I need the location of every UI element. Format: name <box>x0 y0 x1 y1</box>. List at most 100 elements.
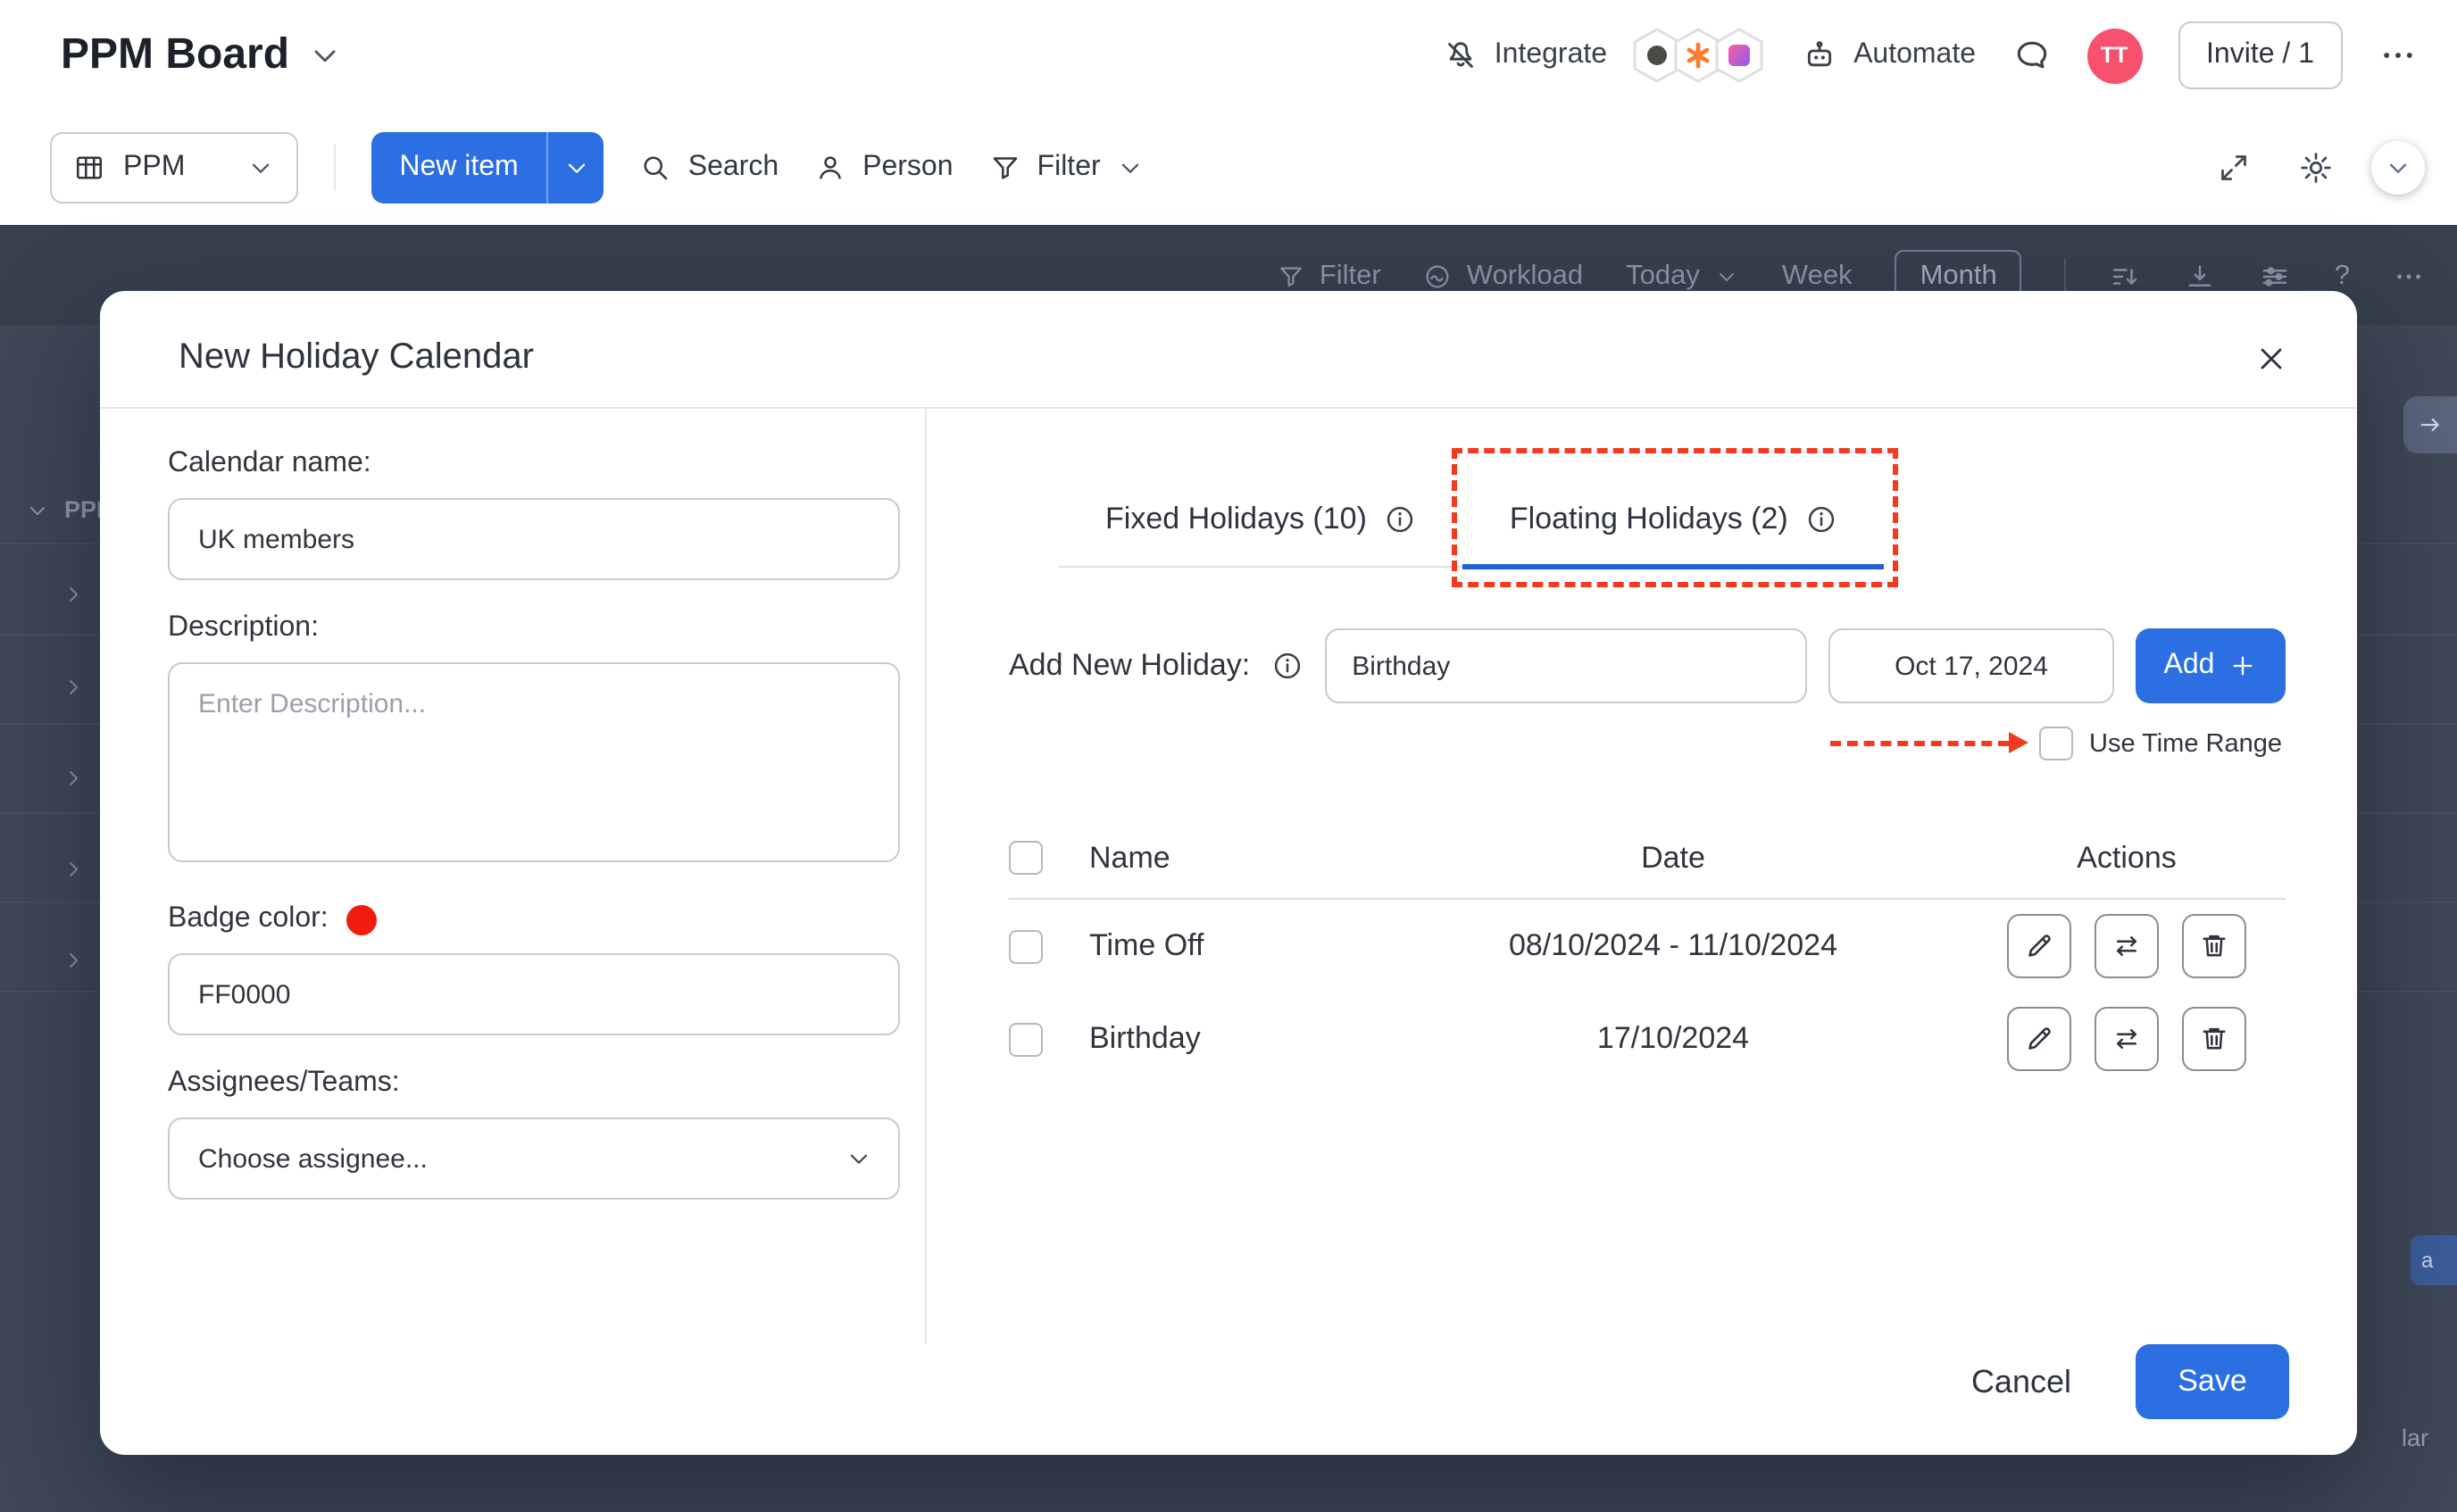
kebab-icon <box>2393 261 2425 293</box>
move-button[interactable] <box>2095 914 2159 978</box>
close-icon <box>2253 340 2289 376</box>
chevron-down-icon <box>246 154 274 182</box>
chevron-down-icon <box>307 37 343 73</box>
new-item-caret[interactable] <box>547 132 604 204</box>
calendar-name-label: Calendar name: <box>168 448 925 480</box>
date-column-header: Date <box>1378 840 1968 876</box>
view-selector-label: PPM <box>123 152 185 184</box>
fullscreen-button[interactable] <box>2200 134 2268 202</box>
arrow-right-icon <box>2416 411 2445 439</box>
table-header-row: Name Date Actions <box>1009 818 2286 900</box>
search-button[interactable]: Search <box>640 152 779 184</box>
filter-label: Filter <box>1037 152 1101 184</box>
holidays-tabs: Fixed Holidays (10) Floating Holidays (2… <box>1059 502 1885 568</box>
search-icon <box>640 152 672 184</box>
week-button: Week <box>1782 261 1853 293</box>
partial-text-dimmed: lar <box>2402 1425 2428 1451</box>
save-button[interactable]: Save <box>2136 1344 2289 1419</box>
chat-button[interactable] <box>2011 36 2051 75</box>
trash-icon <box>2198 1023 2230 1055</box>
view-selector[interactable]: PPM <box>50 132 297 204</box>
info-icon <box>1271 650 1303 682</box>
new-item-split-button[interactable]: New item <box>371 132 604 204</box>
page-title: PPM Board <box>61 30 289 80</box>
row-checkbox[interactable] <box>1009 1022 1043 1056</box>
gear-icon <box>2298 150 2334 186</box>
edit-button[interactable] <box>2007 914 2071 978</box>
chevron-down-icon <box>562 154 591 182</box>
pencil-icon <box>2023 1023 2055 1055</box>
chevron-down-icon <box>1714 264 1739 289</box>
toolbar-divider <box>333 145 335 191</box>
holiday-name-input[interactable] <box>1325 628 1807 703</box>
collapse-header-button[interactable] <box>2371 141 2425 195</box>
chevron-right-icon <box>61 857 86 882</box>
swap-arrows-icon <box>2111 1023 2143 1055</box>
select-all-checkbox[interactable] <box>1009 841 1043 875</box>
close-button[interactable] <box>2253 340 2289 376</box>
workload-button: Workload <box>1424 261 1583 293</box>
assignee-placeholder: Choose assignee... <box>198 1143 428 1174</box>
row-actions <box>1968 914 2286 978</box>
view-toolbar: PPM New item Search Person Filt <box>0 111 2457 225</box>
assignee-select[interactable]: Choose assignee... <box>168 1117 900 1200</box>
automate-label: Automate <box>1853 39 1976 71</box>
trash-icon <box>2198 930 2230 962</box>
integration-app-badges <box>1630 27 1766 84</box>
app-header: PPM Board Integrate Automate TT Inv <box>0 0 2457 111</box>
help-button: ? <box>2335 261 2350 293</box>
person-label: Person <box>862 152 953 184</box>
automate-robot-icon <box>1802 37 1837 73</box>
tab-fixed-holidays[interactable]: Fixed Holidays (10) <box>1059 502 1463 566</box>
automate-button[interactable]: Automate <box>1802 37 1976 73</box>
today-dropdown: Today <box>1626 261 1739 293</box>
tab-floating-holidays[interactable]: Floating Holidays (2) <box>1463 502 1885 566</box>
chevron-right-icon <box>61 582 86 607</box>
swap-arrows-icon <box>2111 930 2143 962</box>
calendar-name-input[interactable] <box>168 498 900 580</box>
add-holiday-button[interactable]: Add <box>2136 628 2286 703</box>
timeline-bar-dimmed: a <box>2411 1235 2457 1285</box>
download-icon <box>2185 261 2217 293</box>
search-label: Search <box>688 152 779 184</box>
modal-footer: Cancel Save <box>100 1344 2357 1455</box>
table-row: Birthday 17/10/2024 <box>1009 993 2286 1085</box>
description-textarea[interactable] <box>168 662 900 862</box>
sort-icon <box>2110 261 2142 293</box>
modal-body: Calendar name: Description: Badge color:… <box>100 409 2357 1344</box>
add-holiday-row: Add New Holiday: Add <box>1009 628 2286 703</box>
add-new-holiday-label: Add New Holiday: <box>1009 648 1250 684</box>
filter-button[interactable]: Filter <box>989 152 1145 184</box>
holiday-date: 17/10/2024 <box>1378 1021 1968 1057</box>
badge-color-swatch[interactable] <box>346 904 377 935</box>
more-options-button[interactable] <box>2378 36 2418 75</box>
avatar[interactable]: TT <box>2086 28 2142 83</box>
filter-funnel-icon <box>1277 262 1305 291</box>
board-title-menu[interactable]: PPM Board <box>61 30 343 80</box>
pencil-icon <box>2023 930 2055 962</box>
table-view-icon <box>73 152 105 184</box>
settings-button[interactable] <box>2282 134 2350 202</box>
chevron-right-icon <box>61 675 86 700</box>
row-checkbox[interactable] <box>1009 929 1043 963</box>
invite-button[interactable]: Invite / 1 <box>2178 21 2343 89</box>
badge-color-label: Badge color: <box>168 903 925 935</box>
holiday-date-input[interactable] <box>1828 628 2114 703</box>
badge-color-input[interactable] <box>168 953 900 1035</box>
move-button[interactable] <box>2095 1007 2159 1071</box>
delete-button[interactable] <box>2182 914 2246 978</box>
person-filter-button[interactable]: Person <box>814 152 953 184</box>
integrate-button[interactable]: Integrate <box>1443 27 1766 84</box>
delete-button[interactable] <box>2182 1007 2246 1071</box>
kebab-icon <box>2378 36 2418 75</box>
use-time-range-checkbox[interactable] <box>2039 727 2073 760</box>
integrate-label: Integrate <box>1495 39 1607 71</box>
cancel-button[interactable]: Cancel <box>1971 1363 2071 1400</box>
app-icon-colorful <box>1712 27 1766 84</box>
new-item-button[interactable]: New item <box>371 132 546 204</box>
edit-button[interactable] <box>2007 1007 2071 1071</box>
assignees-label: Assignees/Teams: <box>168 1068 925 1100</box>
expand-icon <box>2216 150 2252 186</box>
use-time-range-label: Use Time Range <box>2089 729 2282 758</box>
person-icon <box>814 152 846 184</box>
